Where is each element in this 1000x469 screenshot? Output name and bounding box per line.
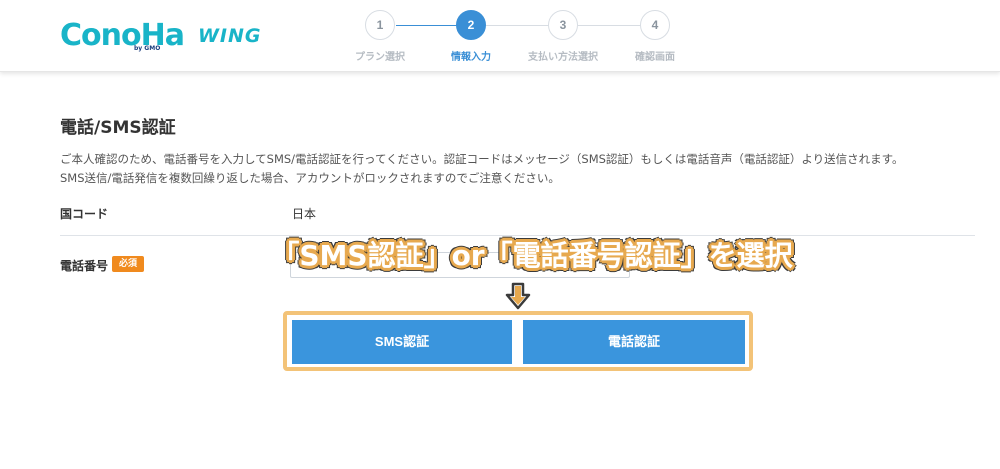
conoha-logo[interactable]: ConoHa by GMO WING: [60, 18, 261, 54]
logo-wing-text: WING: [197, 24, 262, 47]
required-badge: 必須: [112, 256, 144, 272]
sms-auth-button[interactable]: SMS認証: [292, 320, 512, 364]
description-line-2: SMS送信/電話発信を複数回繰り返した場合、アカウントがロックされますのでご注意…: [60, 171, 560, 185]
step-number: 1: [365, 10, 395, 40]
description: ご本人確認のため、電話番号を入力してSMS/電話認証を行ってください。認証コード…: [60, 150, 960, 188]
phone-number-label: 電話番号: [60, 259, 109, 273]
phone-auth-button[interactable]: 電話認証: [523, 320, 745, 364]
step-number: 3: [548, 10, 578, 40]
annotation-caption: 「SMS認証」or「電話番号認証」を選択: [271, 239, 793, 272]
arrow-down-icon: [505, 282, 531, 310]
step-label: 支払い方法選択: [528, 52, 598, 63]
step-confirm: 4 確認画面: [610, 10, 700, 63]
progress-steps: 1 プラン選択 2 情報入力 3 支払い方法選択 4 確認画面: [330, 10, 700, 66]
logo-sub-text: by GMO: [134, 45, 161, 52]
top-header: ConoHa by GMO WING 1 プラン選択 2 情報入力 3 支払い方…: [0, 0, 1000, 72]
country-code-value[interactable]: 日本: [292, 205, 316, 222]
step-label: 情報入力: [451, 52, 491, 63]
step-number: 4: [640, 10, 670, 40]
description-line-1: ご本人確認のため、電話番号を入力してSMS/電話認証を行ってください。認証コード…: [60, 152, 904, 166]
step-payment: 3 支払い方法選択: [518, 10, 608, 63]
step-label: 確認画面: [635, 52, 675, 63]
country-code-label: 国コード: [60, 207, 109, 221]
step-label: プラン選択: [355, 52, 405, 63]
step-info-input: 2 情報入力: [426, 10, 516, 63]
step-plan: 1 プラン選択: [335, 10, 425, 63]
step-number: 2: [456, 10, 486, 40]
logo-main-text: ConoHa: [60, 18, 185, 53]
page-title: 電話/SMS認証: [60, 118, 176, 138]
